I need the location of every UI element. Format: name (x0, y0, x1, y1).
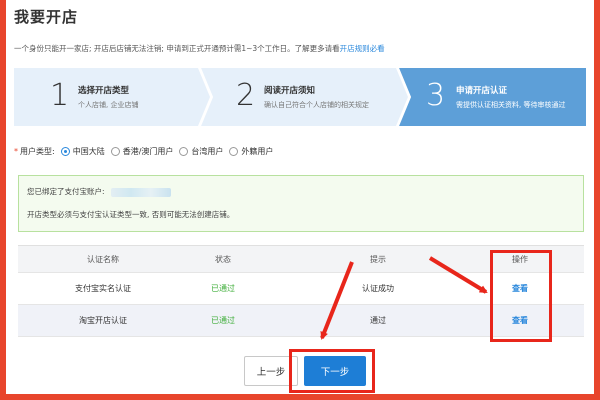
cert-name: 支付宝实名认证 (75, 284, 131, 293)
alipay-info-box: 您已绑定了支付宝账户: 开店类型必须与支付宝认证类型一致, 否则可能无法创建店铺… (18, 175, 584, 232)
radio-hk-macau[interactable]: 香港/澳门用户 (110, 146, 174, 157)
alipay-warning: 开店类型必须与支付宝认证类型一致, 否则可能无法创建店铺。 (27, 210, 235, 219)
view-link[interactable]: 查看 (458, 305, 582, 336)
certification-table: 认证名称 状态 提示 操作 支付宝实名认证 已通过 认证成功 查看 淘宝开店认证… (18, 245, 584, 337)
table-header: 认证名称 状态 提示 操作 (18, 245, 584, 273)
radio-taiwan[interactable]: 台湾用户 (179, 146, 223, 157)
step-2-desc: 确认自己符合个人店铺的相关规定 (264, 101, 369, 109)
step-progress: 1 选择开店类型 个人店铺, 企业店铺 2 阅读开店须知 确认自己符合个人店铺的… (14, 68, 586, 126)
radio-label: 香港/澳门用户 (122, 147, 174, 156)
step-2-title: 阅读开店须知 (264, 86, 316, 96)
step-1-title: 选择开店类型 (78, 86, 130, 96)
page-frame: 我要开店 一个身份只能开一家店; 开店后店铺无法注销; 申请到正式开通预计需1~… (6, 0, 594, 394)
radio-label: 中国大陆 (72, 147, 105, 156)
header-action: 操作 (512, 254, 528, 264)
header-status: 状态 (215, 254, 231, 264)
radio-icon (110, 147, 120, 156)
step-1-number: 1 (50, 78, 70, 113)
step-2-shape (200, 68, 408, 126)
radio-checked-icon (60, 147, 70, 156)
radio-icon (179, 147, 189, 156)
notice-text: 一个身份只能开一家店; 开店后店铺无法注销; 申请到正式开通预计需1~3个工作日… (14, 43, 385, 54)
step-2: 2 阅读开店须知 确认自己符合个人店铺的相关规定 (200, 68, 408, 126)
header-hint: 提示 (370, 254, 386, 264)
user-type-group: * 用户类型: 中国大陆 香港/澳门用户 台湾用户 外籍用户 (14, 146, 273, 157)
cert-status: 已通过 (211, 316, 235, 325)
rules-link[interactable]: 开店规则必看 (340, 44, 385, 53)
radio-foreign[interactable]: 外籍用户 (229, 146, 273, 157)
blurred-account (110, 187, 171, 197)
user-type-label: 用户类型: (20, 147, 55, 156)
next-step-button[interactable]: 下一步 (304, 356, 366, 386)
table-row: 支付宝实名认证 已通过 认证成功 查看 (18, 273, 584, 305)
page-title: 我要开店 (14, 8, 79, 26)
step-1-shape (14, 68, 210, 126)
step-1-desc: 个人店铺, 企业店铺 (78, 101, 139, 109)
radio-mainland[interactable]: 中国大陆 (60, 146, 105, 157)
radio-label: 外籍用户 (241, 147, 274, 156)
notice-body: 一个身份只能开一家店; 开店后店铺无法注销; 申请到正式开通预计需1~3个工作日… (14, 44, 340, 53)
view-link[interactable]: 查看 (458, 273, 582, 304)
cert-hint: 通过 (370, 316, 386, 325)
table-row: 淘宝开店认证 已通过 通过 查看 (18, 305, 584, 337)
cert-hint: 认证成功 (362, 284, 394, 293)
prev-step-button[interactable]: 上一步 (244, 356, 298, 386)
cert-name: 淘宝开店认证 (79, 316, 127, 325)
alipay-bound-text: 您已绑定了支付宝账户: (27, 187, 105, 196)
header-name: 认证名称 (87, 254, 119, 264)
cert-status: 已通过 (211, 284, 235, 293)
required-mark: * (14, 147, 18, 156)
alipay-bound-line: 您已绑定了支付宝账户: (27, 186, 171, 197)
step-3: 3 申请开店认证 需提供认证相关资料, 等待审核通过 (398, 68, 586, 126)
step-1: 1 选择开店类型 个人店铺, 企业店铺 (14, 68, 210, 126)
radio-icon (229, 147, 239, 156)
radio-label: 台湾用户 (191, 147, 224, 156)
step-3-desc: 需提供认证相关资料, 等待审核通过 (456, 101, 566, 109)
step-2-number: 2 (236, 78, 256, 113)
step-3-title: 申请开店认证 (456, 86, 508, 96)
step-3-number: 3 (426, 78, 446, 113)
